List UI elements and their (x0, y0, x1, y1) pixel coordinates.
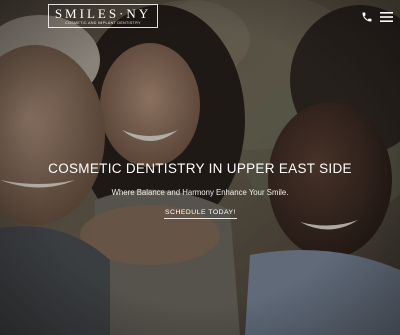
logo-title: SMILES·NY (54, 6, 152, 21)
hamburger-menu-icon[interactable] (380, 10, 393, 22)
hero-headline: COSMETIC DENTISTRY IN UPPER EAST SIDE (48, 161, 352, 176)
hero-tagline: Where Balance and Harmony Enhance Your S… (111, 188, 289, 197)
logo-subtitle: COSMETIC AND IMPLANT DENTISTRY (65, 21, 141, 25)
phone-icon[interactable] (361, 10, 373, 22)
logo[interactable]: SMILES·NY COSMETIC AND IMPLANT DENTISTRY (48, 4, 158, 28)
schedule-button[interactable]: SCHEDULE TODAY! (164, 209, 237, 219)
